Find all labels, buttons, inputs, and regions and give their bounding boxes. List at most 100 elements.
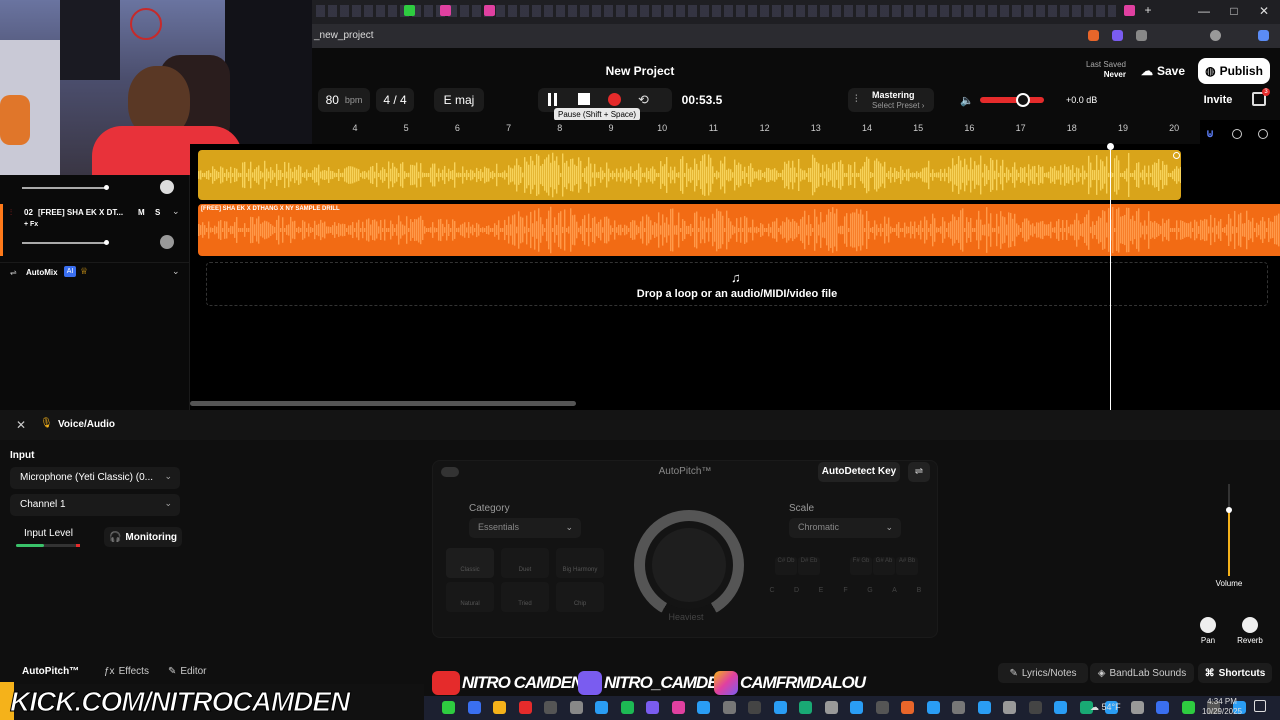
taskbar-app-icon[interactable] <box>722 701 736 714</box>
volume-handle[interactable] <box>1226 507 1232 513</box>
sharp-key[interactable]: D# Eb <box>798 557 820 575</box>
notification-icon[interactable] <box>1254 700 1266 712</box>
natural-key[interactable]: D <box>787 587 807 594</box>
channel-select[interactable]: Channel 1 ⌄ <box>10 494 180 516</box>
profile-avatar[interactable] <box>1210 30 1221 41</box>
sharp-key[interactable]: A# Bb <box>896 557 918 575</box>
taskbar-app-icon[interactable] <box>799 701 812 714</box>
new-tab-icon[interactable]: + <box>1138 3 1158 17</box>
master-volume-slider[interactable] <box>980 97 1044 103</box>
sharp-key[interactable]: F# Gb <box>850 557 872 575</box>
natural-key[interactable]: C <box>762 587 782 594</box>
style-big-harmony[interactable]: Big Harmony <box>556 548 604 578</box>
category-select[interactable]: Essentials ⌄ <box>469 518 581 538</box>
track2-volume-slider[interactable] <box>22 242 108 244</box>
publish-button[interactable]: ◍ Publish <box>1198 58 1270 84</box>
pause-button[interactable] <box>546 93 559 106</box>
weather[interactable]: ☁ 54°F <box>1090 702 1121 713</box>
copilot-icon[interactable] <box>1258 30 1269 41</box>
taskbar-app-icon[interactable] <box>595 701 608 714</box>
monitoring-button[interactable]: 🎧 Monitoring <box>104 527 182 547</box>
sharp-key[interactable]: G# Ab <box>873 557 895 575</box>
instagram-tab-icon[interactable] <box>484 5 495 16</box>
taskbar-app-icon[interactable] <box>518 701 532 714</box>
pan-knob[interactable] <box>1200 617 1216 633</box>
taskbar-app-icon[interactable] <box>467 701 481 714</box>
clip-fade-handle[interactable] <box>1173 152 1180 159</box>
dial-face[interactable] <box>652 528 726 602</box>
scale-select[interactable]: Chromatic ⌄ <box>789 518 901 538</box>
master-volume-knob[interactable] <box>1016 93 1030 107</box>
url-text[interactable]: _new_project <box>314 30 373 41</box>
speaker-icon[interactable]: 🔈 <box>960 94 974 107</box>
taskbar-app-icon[interactable] <box>1028 701 1042 714</box>
taskbar-app-icon[interactable] <box>1054 701 1067 714</box>
taskbar-app-icon[interactable] <box>569 701 583 714</box>
taskbar-app-icon[interactable] <box>1130 701 1144 714</box>
track2-pan-knob[interactable] <box>160 235 174 249</box>
mute-button[interactable]: M <box>138 208 145 217</box>
key-selector[interactable]: E maj <box>434 88 484 112</box>
extension-icon[interactable] <box>1088 30 1099 41</box>
taskbar-app-icon[interactable] <box>646 701 659 714</box>
taskbar-app-icon[interactable] <box>620 701 634 714</box>
autodetect-key-button[interactable]: AutoDetect Key <box>818 462 900 482</box>
natural-key[interactable]: E <box>811 587 831 594</box>
address-bar[interactable] <box>312 24 1280 48</box>
magnet-icon[interactable]: ⊍ <box>1206 127 1214 140</box>
style-natural[interactable]: Natural <box>446 582 494 612</box>
natural-key[interactable]: F <box>836 587 856 594</box>
style-classic[interactable]: Classic <box>446 548 494 578</box>
save-button[interactable]: ☁ Save <box>1134 58 1192 84</box>
taskbar-app-icon[interactable] <box>1181 701 1195 714</box>
shortcuts-button[interactable]: ⌘ Shortcuts <box>1198 663 1272 683</box>
close-icon[interactable]: ✕ <box>16 418 26 432</box>
twitch-extension-icon[interactable] <box>1112 30 1123 41</box>
track1-volume-handle[interactable] <box>104 185 109 190</box>
tab-autopitch[interactable]: AutoPitch™ <box>22 666 79 677</box>
style-duet[interactable]: Duet <box>501 548 549 578</box>
audio-clip[interactable] <box>198 150 1181 200</box>
minimize-icon[interactable]: — <box>1194 4 1214 18</box>
taskbar-app-icon[interactable] <box>926 701 940 714</box>
taskbar-app-icon[interactable] <box>773 701 787 714</box>
zoom-out-icon[interactable] <box>1232 129 1242 139</box>
chevron-down-icon[interactable]: ⌄ <box>172 206 180 217</box>
invite-button[interactable]: Invite <box>1198 90 1238 110</box>
zoom-in-icon[interactable] <box>1258 129 1268 139</box>
lyrics-notes-button[interactable]: ✎ Lyrics/Notes <box>998 663 1088 683</box>
record-arm-icon[interactable]: ⫶ <box>10 208 12 218</box>
stop-button[interactable] <box>578 93 590 105</box>
solo-button[interactable]: S <box>155 208 160 217</box>
taskbar-app-icon[interactable] <box>671 701 685 714</box>
taskbar-app-icon[interactable] <box>493 701 506 714</box>
taskbar-app-icon[interactable] <box>748 701 761 714</box>
time-signature[interactable]: 4 / 4 <box>376 88 414 112</box>
tab-effects[interactable]: ƒx Effects <box>104 666 149 677</box>
reverb-knob[interactable] <box>1242 617 1258 633</box>
taskbar-app-icon[interactable] <box>442 701 455 714</box>
input-device-select[interactable]: Microphone (Yeti Classic) (0... ⌄ <box>10 467 180 489</box>
loop-icon[interactable]: ⟲ <box>638 93 651 106</box>
natural-key[interactable]: B <box>909 587 929 594</box>
track2-volume-handle[interactable] <box>104 240 109 245</box>
maximize-icon[interactable]: □ <box>1224 4 1244 18</box>
horizontal-scrollbar[interactable] <box>190 401 576 406</box>
record-button[interactable] <box>608 93 621 106</box>
taskbar-app-icon[interactable] <box>977 701 991 714</box>
autopitch-toggle[interactable] <box>441 467 459 477</box>
chevron-down-icon[interactable]: ⌄ <box>172 266 180 277</box>
system-clock[interactable]: 4:34 PM 10/29/2025 <box>1200 697 1244 717</box>
instagram-tab-icon[interactable] <box>440 5 451 16</box>
taskbar-app-icon[interactable] <box>850 701 863 714</box>
style-tried[interactable]: Tried <box>501 582 549 612</box>
tab-editor[interactable]: ✎ Editor <box>168 666 207 677</box>
track1-volume-slider[interactable] <box>22 187 108 189</box>
style-chip[interactable]: Chip <box>556 582 604 612</box>
sharp-key[interactable]: C# Db <box>775 557 797 575</box>
browser-tabs[interactable] <box>316 5 1116 17</box>
extension-icon[interactable] <box>1136 30 1147 41</box>
taskbar-app-icon[interactable] <box>1156 701 1169 714</box>
project-title[interactable]: New Project <box>590 64 690 78</box>
taskbar-app-icon[interactable] <box>952 701 965 714</box>
